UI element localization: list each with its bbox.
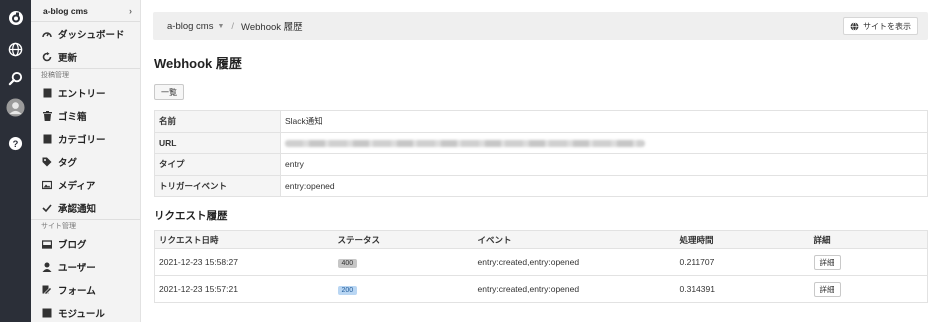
inbox-icon (41, 238, 53, 250)
status-badge: 400 (337, 258, 358, 268)
detail-cell: 詳細 (809, 275, 928, 303)
sidebar-item-user[interactable]: ユーザー (31, 255, 140, 278)
form-icon (41, 284, 53, 296)
sidebar-item-category[interactable]: カテゴリー (31, 127, 140, 150)
breadcrumb-separator: / (231, 20, 235, 32)
column-header: 詳細 (809, 230, 928, 249)
trash-icon (41, 110, 53, 122)
request-event: entry:created,entry:opened (473, 248, 676, 276)
sidebar: a-blog cms › ダッシュボード 更新 投稿管理 エントリー ゴミ箱 カ… (31, 0, 141, 322)
svg-text:?: ? (13, 139, 19, 149)
chevron-right-icon: › (129, 5, 132, 16)
sidebar-item-entry[interactable]: エントリー (31, 81, 140, 104)
info-label: 名前 (154, 110, 281, 133)
sidebar-item-form[interactable]: フォーム (31, 278, 140, 301)
request-time: 0.314391 (675, 275, 810, 303)
info-row-type: タイプ entry (154, 153, 928, 176)
image-icon (41, 179, 53, 191)
view-site-label: サイトを表示 (863, 21, 911, 31)
sidebar-item-label: 更新 (58, 52, 78, 64)
chevron-down-icon: ▼ (217, 22, 225, 30)
page-title: Webhook 履歴 (154, 56, 242, 71)
info-row-url: URL (154, 131, 928, 154)
document-icon (41, 87, 53, 99)
tag-icon (41, 156, 53, 168)
url-redacted (285, 140, 645, 147)
sidebar-item-update[interactable]: 更新 (31, 45, 140, 68)
sidebar-item-trash[interactable]: ゴミ箱 (31, 104, 140, 127)
info-value: entry:opened (280, 174, 928, 197)
site-name: a-blog cms (43, 5, 88, 16)
request-history-table: リクエスト日時 ステータス イベント 処理時間 詳細 2021-12-23 15… (154, 230, 928, 303)
globe-icon[interactable] (6, 40, 25, 59)
sidebar-item-module[interactable]: モジュール (31, 301, 140, 322)
sidebar-item-label: フォーム (58, 285, 96, 297)
info-row-name: 名前 Slack通知 (154, 110, 928, 133)
detail-button[interactable]: 詳細 (813, 254, 841, 270)
column-header: 処理時間 (675, 230, 810, 249)
sidebar-item-media[interactable]: メディア (31, 173, 140, 196)
sidebar-item-label: ブログ (58, 239, 87, 251)
search-icon[interactable] (6, 69, 25, 88)
column-header: イベント (473, 230, 676, 249)
request-datetime: 2021-12-23 15:58:27 (154, 248, 334, 276)
info-label: タイプ (154, 153, 281, 176)
folder-icon (41, 133, 53, 145)
info-label: トリガーイベント (154, 174, 281, 197)
webhook-info-table: 名前 Slack通知 URL タイプ entry トリガーイベント entry:… (154, 110, 928, 197)
table-header-row: リクエスト日時 ステータス イベント 処理時間 詳細 (154, 230, 928, 249)
breadcrumb: a-blog cms ▼ / Webhook 履歴 サイトを表示 (153, 12, 928, 40)
column-header: ステータス (333, 230, 474, 249)
nav-group-posts: 投稿管理 (31, 68, 140, 81)
view-site-button[interactable]: サイトを表示 (843, 17, 918, 35)
avatar[interactable] (6, 98, 25, 117)
sidebar-item-label: エントリー (58, 88, 106, 100)
sidebar-item-label: ゴミ箱 (58, 111, 87, 123)
status-cell: 200 (333, 275, 474, 303)
sidebar-item-label: メディア (58, 180, 96, 192)
status-cell: 400 (333, 248, 474, 276)
sidebar-item-label: カテゴリー (58, 134, 106, 146)
breadcrumb-root[interactable]: a-blog cms ▼ (167, 21, 224, 32)
info-value (280, 131, 928, 154)
site-switcher[interactable]: a-blog cms › (31, 0, 140, 22)
detail-cell: 詳細 (809, 248, 928, 276)
section-title: リクエスト履歴 (154, 210, 228, 222)
sidebar-item-blog[interactable]: ブログ (31, 232, 140, 255)
icon-rail: ? (0, 0, 31, 322)
main-content: a-blog cms ▼ / Webhook 履歴 サイトを表示 Webhook… (141, 0, 940, 322)
sidebar-item-label: タグ (58, 157, 78, 169)
info-value: Slack通知 (280, 110, 928, 133)
breadcrumb-root-label: a-blog cms (167, 20, 214, 32)
globe-icon (850, 21, 859, 31)
breadcrumb-current: Webhook 履歴 (241, 22, 303, 33)
info-label: URL (154, 131, 281, 154)
help-icon[interactable]: ? (6, 134, 25, 153)
sidebar-item-approval[interactable]: 承認通知 (31, 196, 140, 219)
sidebar-item-label: 承認通知 (58, 203, 97, 215)
detail-button[interactable]: 詳細 (813, 281, 841, 297)
ablogcms-logo-icon[interactable] (6, 8, 25, 27)
user-icon (41, 261, 53, 273)
gauge-icon (41, 28, 53, 40)
status-badge: 200 (337, 285, 358, 295)
list-button[interactable]: 一覧 (154, 84, 184, 100)
sidebar-item-label: ダッシュボード (58, 29, 125, 41)
sidebar-item-label: モジュール (58, 308, 105, 320)
sidebar-item-tag[interactable]: タグ (31, 150, 140, 173)
request-event: entry:created,entry:opened (473, 275, 676, 303)
info-row-trigger: トリガーイベント entry:opened (154, 174, 928, 197)
sidebar-item-label: ユーザー (58, 262, 96, 274)
check-icon (41, 202, 53, 214)
module-icon (41, 307, 53, 319)
info-value: entry (280, 153, 928, 176)
column-header: リクエスト日時 (154, 230, 334, 249)
nav-group-site: サイト管理 (31, 219, 140, 232)
refresh-icon (41, 51, 53, 63)
request-time: 0.211707 (675, 248, 810, 276)
table-row: 2021-12-23 15:57:21 200 entry:created,en… (154, 275, 928, 303)
sidebar-item-dashboard[interactable]: ダッシュボード (31, 22, 140, 45)
table-row: 2021-12-23 15:58:27 400 entry:created,en… (154, 248, 928, 276)
request-datetime: 2021-12-23 15:57:21 (154, 275, 334, 303)
